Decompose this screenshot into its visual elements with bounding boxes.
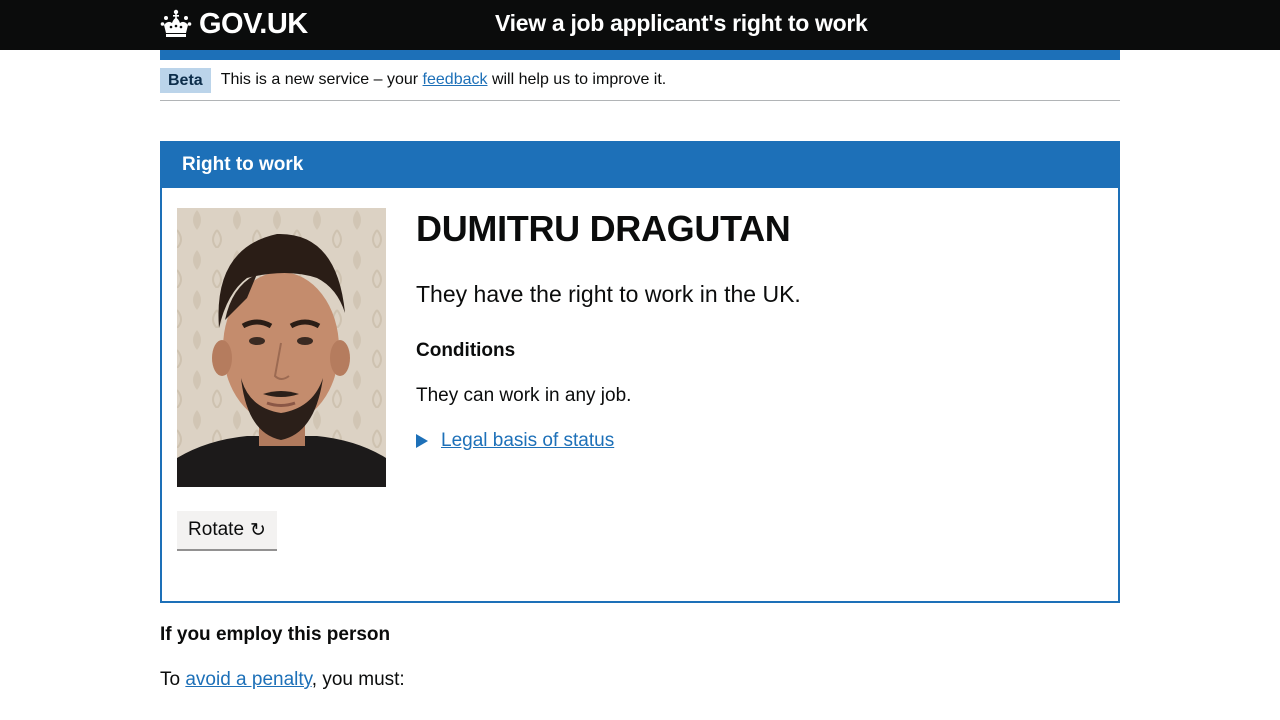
phase-text-after: will help us to improve it. bbox=[491, 71, 667, 88]
legal-basis-summary[interactable]: Legal basis of status bbox=[441, 430, 614, 452]
phase-banner-text: This is a new service – your feedback wi… bbox=[221, 70, 667, 90]
crown-icon bbox=[160, 9, 192, 37]
right-to-work-panel: Right to work Rotate ↻ DUMITRU DRAGUTAN … bbox=[160, 141, 1120, 603]
employ-instructions: To avoid a penalty, you must: bbox=[160, 669, 405, 691]
rotate-icon: ↻ bbox=[250, 519, 266, 541]
header-container: GOV.UK View a job applicant's right to w… bbox=[160, 0, 1120, 50]
beta-tag: Beta bbox=[160, 67, 211, 93]
panel-heading: Right to work bbox=[162, 143, 1118, 188]
employ-text-before: To bbox=[160, 669, 181, 690]
employ-text-after: , you must: bbox=[311, 669, 405, 690]
panel-heading-text: Right to work bbox=[182, 154, 304, 175]
service-name-link[interactable]: View a job applicant's right to work bbox=[495, 10, 868, 37]
logo-text: GOV.UK bbox=[199, 7, 308, 40]
feedback-link[interactable]: feedback bbox=[423, 71, 488, 88]
rotate-button-label: Rotate bbox=[188, 519, 245, 540]
employ-heading: If you employ this person bbox=[160, 624, 391, 645]
phase-text-before: This is a new service – your bbox=[220, 71, 419, 88]
phase-banner: Beta This is a new service – your feedba… bbox=[160, 60, 1120, 101]
avoid-penalty-link[interactable]: avoid a penalty bbox=[185, 669, 311, 690]
conditions-text: They can work in any job. bbox=[416, 385, 632, 406]
conditions-heading: Conditions bbox=[416, 340, 516, 361]
triangle-right-icon bbox=[416, 434, 428, 448]
header-blue-bar bbox=[160, 50, 1120, 60]
applicant-photo-image bbox=[177, 208, 386, 487]
applicant-photo bbox=[177, 208, 386, 487]
applicant-name: DUMITRU DRAGUTAN bbox=[416, 208, 791, 249]
govuk-logo-link[interactable]: GOV.UK bbox=[160, 6, 308, 42]
rotate-photo-button[interactable]: Rotate ↻ bbox=[177, 511, 277, 551]
right-to-work-status: They have the right to work in the UK. bbox=[416, 281, 801, 307]
site-header: GOV.UK View a job applicant's right to w… bbox=[0, 0, 1280, 50]
legal-basis-details-toggle[interactable]: Legal basis of status bbox=[416, 430, 614, 452]
